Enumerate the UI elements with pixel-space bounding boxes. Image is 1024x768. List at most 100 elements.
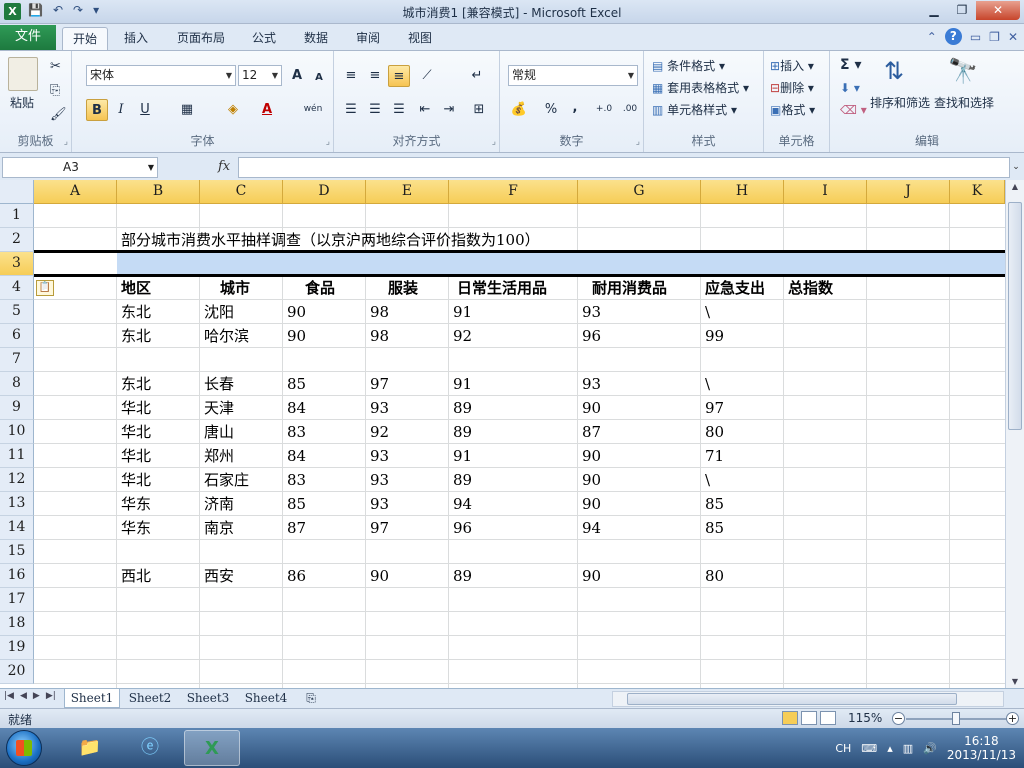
- align-middle-icon[interactable]: ≡: [364, 65, 386, 87]
- cell-f11[interactable]: 91: [449, 444, 472, 468]
- column-header-e[interactable]: E: [366, 180, 449, 204]
- cell-b11[interactable]: 华北: [117, 444, 151, 468]
- row-header-4[interactable]: 4: [0, 276, 34, 300]
- increase-decimal-button[interactable]: +.0: [592, 99, 616, 121]
- clipboard-launcher-icon[interactable]: ⌟: [64, 137, 68, 147]
- keyboard-icon[interactable]: ⌨: [861, 742, 877, 755]
- row-header-7[interactable]: 7: [0, 348, 34, 372]
- cell-e10[interactable]: 92: [366, 420, 389, 444]
- find-select-icon[interactable]: 🔭: [948, 57, 978, 85]
- column-header-c[interactable]: C: [200, 180, 283, 204]
- scroll-down-icon[interactable]: ▼: [1006, 677, 1024, 686]
- shrink-font-button[interactable]: A: [308, 67, 330, 89]
- alignment-launcher-icon[interactable]: ⌟: [492, 137, 496, 147]
- orientation-icon[interactable]: ⟋: [416, 65, 438, 87]
- cell-g6[interactable]: 96: [578, 324, 601, 348]
- cell-g11[interactable]: 90: [578, 444, 601, 468]
- cell-h8[interactable]: \: [701, 372, 710, 396]
- start-button[interactable]: [6, 730, 42, 766]
- conditional-formatting-button[interactable]: ▤ 条件格式 ▾: [652, 57, 725, 74]
- decrease-indent-icon[interactable]: ⇤: [414, 99, 436, 121]
- sheet-tab-sheet4[interactable]: Sheet4: [238, 689, 294, 708]
- sort-filter-button[interactable]: 排序和筛选: [870, 94, 930, 111]
- cell-g8[interactable]: 93: [578, 372, 601, 396]
- sheet-tab-sheet1[interactable]: Sheet1: [64, 689, 120, 708]
- font-launcher-icon[interactable]: ⌟: [326, 137, 330, 147]
- cell-b8[interactable]: 东北: [117, 372, 151, 396]
- align-bottom-icon[interactable]: ≡: [388, 65, 410, 87]
- cell-b12[interactable]: 华北: [117, 468, 151, 492]
- row-header-20[interactable]: 20: [0, 660, 34, 684]
- row-header-5[interactable]: 5: [0, 300, 34, 324]
- cell-c5[interactable]: 沈阳: [200, 300, 234, 324]
- sheet-tab-sheet3[interactable]: Sheet3: [180, 689, 236, 708]
- cell-c16[interactable]: 西安: [200, 564, 234, 588]
- clear-icon[interactable]: ⌫ ▾: [840, 103, 867, 117]
- column-header-d[interactable]: D: [283, 180, 366, 204]
- insert-function-icon[interactable]: fx: [218, 159, 230, 174]
- row-header-6[interactable]: 6: [0, 324, 34, 348]
- zoom-slider[interactable]: − +: [892, 711, 1020, 727]
- cell-g14[interactable]: 94: [578, 516, 601, 540]
- page-layout-view-icon[interactable]: [801, 711, 817, 725]
- column-header-k[interactable]: K: [950, 180, 1005, 204]
- cell-f10[interactable]: 89: [449, 420, 472, 444]
- font-name-select[interactable]: 宋体 ▼: [86, 65, 236, 86]
- format-painter-icon[interactable]: 🖌: [50, 107, 67, 122]
- row-header-17[interactable]: 17: [0, 588, 34, 612]
- paste-icon[interactable]: [8, 57, 38, 91]
- close-button[interactable]: ✕: [976, 1, 1020, 20]
- scroll-up-icon[interactable]: ▲: [1006, 182, 1024, 191]
- excel-taskbar-icon[interactable]: X: [184, 730, 240, 766]
- horizontal-scrollbar[interactable]: [612, 691, 1004, 707]
- cell-e13[interactable]: 93: [366, 492, 389, 516]
- phonetic-guide-button[interactable]: wén: [298, 99, 328, 121]
- sort-filter-icon[interactable]: ⇅: [884, 57, 904, 85]
- cell-d6[interactable]: 90: [283, 324, 306, 348]
- cell-h6[interactable]: 99: [701, 324, 724, 348]
- horizontal-scroll-thumb[interactable]: [627, 693, 957, 705]
- cell-g13[interactable]: 90: [578, 492, 601, 516]
- cell-h14[interactable]: 85: [701, 516, 724, 540]
- column-header-h[interactable]: H: [701, 180, 784, 204]
- align-top-icon[interactable]: ≡: [340, 65, 362, 87]
- cell-h16[interactable]: 80: [701, 564, 724, 588]
- workbook-minimize-icon[interactable]: ▭: [970, 30, 981, 44]
- font-color-button[interactable]: A: [256, 99, 278, 121]
- cell-c9[interactable]: 天津: [200, 396, 234, 420]
- expand-formula-bar-icon[interactable]: ⌄: [1010, 157, 1022, 178]
- cell-f8[interactable]: 91: [449, 372, 472, 396]
- cell-b13[interactable]: 华东: [117, 492, 151, 516]
- row-header-18[interactable]: 18: [0, 612, 34, 636]
- zoom-knob[interactable]: [952, 712, 960, 725]
- cell-g16[interactable]: 90: [578, 564, 601, 588]
- cell-g9[interactable]: 90: [578, 396, 601, 420]
- percent-style-button[interactable]: %: [540, 99, 562, 121]
- wrap-text-icon[interactable]: ↵: [466, 65, 488, 87]
- cell-i4[interactable]: 总指数: [784, 276, 833, 300]
- cell-e12[interactable]: 93: [366, 468, 389, 492]
- cell-f5[interactable]: 91: [449, 300, 472, 324]
- row-header-14[interactable]: 14: [0, 516, 34, 540]
- align-center-icon[interactable]: ☰: [364, 99, 386, 121]
- cell-d13[interactable]: 85: [283, 492, 306, 516]
- cell-f13[interactable]: 94: [449, 492, 472, 516]
- minimize-button[interactable]: ▁: [920, 1, 948, 20]
- row-header-13[interactable]: 13: [0, 492, 34, 516]
- cell-c10[interactable]: 唐山: [200, 420, 234, 444]
- zoom-out-icon[interactable]: −: [892, 712, 905, 725]
- clock[interactable]: 16:18 2013/11/13: [947, 734, 1016, 762]
- column-header-g[interactable]: G: [578, 180, 701, 204]
- cell-g5[interactable]: 93: [578, 300, 601, 324]
- active-cell-a3[interactable]: [34, 252, 117, 276]
- cell-e9[interactable]: 93: [366, 396, 389, 420]
- maximize-button[interactable]: ❐: [948, 1, 976, 20]
- cell-d10[interactable]: 83: [283, 420, 306, 444]
- cell-c13[interactable]: 济南: [200, 492, 234, 516]
- normal-view-icon[interactable]: [782, 711, 798, 725]
- cell-e11[interactable]: 93: [366, 444, 389, 468]
- merge-center-icon[interactable]: ⊞: [468, 99, 490, 121]
- column-header-b[interactable]: B: [117, 180, 200, 204]
- formula-input[interactable]: [238, 157, 1010, 178]
- italic-button[interactable]: I: [110, 99, 132, 121]
